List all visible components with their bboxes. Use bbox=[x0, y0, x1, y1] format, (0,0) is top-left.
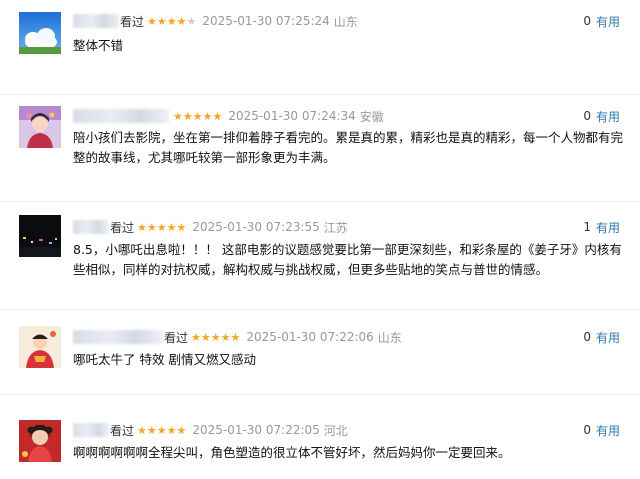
review-time: 2025-01-30 07:25:24 bbox=[202, 14, 330, 28]
useful-count: 0 bbox=[583, 330, 591, 344]
review-location: 江苏 bbox=[323, 220, 348, 235]
review-meta: 看过 ★★★★★ 2025-01-30 07:22:06 山东 bbox=[73, 328, 402, 346]
useful-count: 0 bbox=[583, 109, 591, 123]
review-location: 山东 bbox=[333, 14, 358, 29]
review-item: 看过 ★★★★★ 2025-01-30 07:25:24 山东 0 有用 整体不… bbox=[0, 0, 640, 95]
review-time: 2025-01-30 07:22:06 bbox=[246, 330, 374, 344]
username-blurred[interactable] bbox=[73, 330, 163, 344]
useful-vote: 0 有用 bbox=[583, 328, 620, 346]
username-blurred[interactable] bbox=[73, 423, 109, 437]
useful-button[interactable]: 有用 bbox=[596, 108, 620, 125]
useful-vote: 1 有用 bbox=[583, 218, 620, 236]
seen-label: 看过 bbox=[110, 220, 135, 235]
review-content: 啊啊啊啊啊啊全程尖叫，角色塑造的很立体不管好坏，然后妈妈你一定要回来。 bbox=[73, 445, 511, 460]
night-scene-avatar-icon[interactable] bbox=[19, 215, 61, 257]
review-meta: 看过 ★★★★★ 2025-01-30 07:23:55 江苏 bbox=[73, 218, 348, 236]
review-meta: 看过 ★★★★★ 2025-01-30 07:22:05 河北 bbox=[73, 421, 348, 439]
review-content: 8.5，小哪吒出息啦！！！ 这部电影的议题感觉要比第一部更深刻些，和彩条屋的《姜… bbox=[73, 242, 622, 277]
red-illustration-avatar-icon[interactable] bbox=[19, 326, 61, 368]
username-blurred[interactable] bbox=[73, 220, 109, 234]
username-blurred[interactable] bbox=[73, 14, 119, 28]
review-item: 看过 ★★★★★ 2025-01-30 07:23:55 江苏 1 有用 8.5… bbox=[0, 202, 640, 310]
review-time: 2025-01-30 07:22:05 bbox=[192, 423, 320, 437]
review-content: 整体不错 bbox=[73, 38, 124, 53]
useful-vote: 0 有用 bbox=[583, 107, 620, 125]
useful-button[interactable]: 有用 bbox=[596, 219, 620, 236]
review-location: 河北 bbox=[323, 423, 348, 438]
review-item: 看过 ★★★★★ 2025-01-30 07:22:06 山东 0 有用 哪吒太… bbox=[0, 310, 640, 395]
rating-stars: ★★★★★ bbox=[137, 423, 187, 437]
sky-cloud-avatar-icon[interactable] bbox=[19, 12, 61, 54]
useful-button[interactable]: 有用 bbox=[596, 422, 620, 439]
review-meta: 看过 ★★★★★ 2025-01-30 07:25:24 山东 bbox=[73, 12, 358, 30]
review-content: 哪吒太牛了 特效 剧情又燃又感动 bbox=[73, 352, 256, 367]
review-item: ★★★★★ 2025-01-30 07:24:34 安徽 0 有用 陪小孩们去影… bbox=[0, 95, 640, 202]
rating-stars: ★★★★★ bbox=[137, 220, 187, 234]
review-time: 2025-01-30 07:23:55 bbox=[192, 220, 320, 234]
useful-button[interactable]: 有用 bbox=[596, 329, 620, 346]
rating-stars: ★★★★★ bbox=[173, 109, 223, 123]
useful-vote: 0 有用 bbox=[583, 12, 620, 30]
seen-label: 看过 bbox=[164, 330, 189, 345]
seen-label: 看过 bbox=[110, 423, 135, 438]
review-meta: ★★★★★ 2025-01-30 07:24:34 安徽 bbox=[73, 107, 384, 125]
rating-stars: ★★★★★ bbox=[147, 14, 197, 28]
useful-button[interactable]: 有用 bbox=[596, 13, 620, 30]
review-content: 陪小孩们去影院，坐在第一排仰着脖子看完的。累是真的累，精彩也是真的精彩，每一个人… bbox=[73, 130, 624, 165]
review-item: 看过 ★★★★★ 2025-01-30 07:22:05 河北 0 有用 啊啊啊… bbox=[0, 395, 640, 479]
useful-count: 1 bbox=[583, 220, 591, 234]
review-location: 山东 bbox=[377, 330, 402, 345]
useful-count: 0 bbox=[583, 14, 591, 28]
review-time: 2025-01-30 07:24:34 bbox=[228, 109, 356, 123]
anime-girl-avatar-icon[interactable] bbox=[19, 106, 61, 148]
seen-label: 看过 bbox=[120, 14, 145, 29]
useful-vote: 0 有用 bbox=[583, 421, 620, 439]
girl-portrait-avatar-icon[interactable] bbox=[19, 420, 61, 462]
username-blurred[interactable] bbox=[73, 109, 169, 123]
review-location: 安徽 bbox=[359, 109, 384, 124]
useful-count: 0 bbox=[583, 423, 591, 437]
rating-stars: ★★★★★ bbox=[191, 330, 241, 344]
